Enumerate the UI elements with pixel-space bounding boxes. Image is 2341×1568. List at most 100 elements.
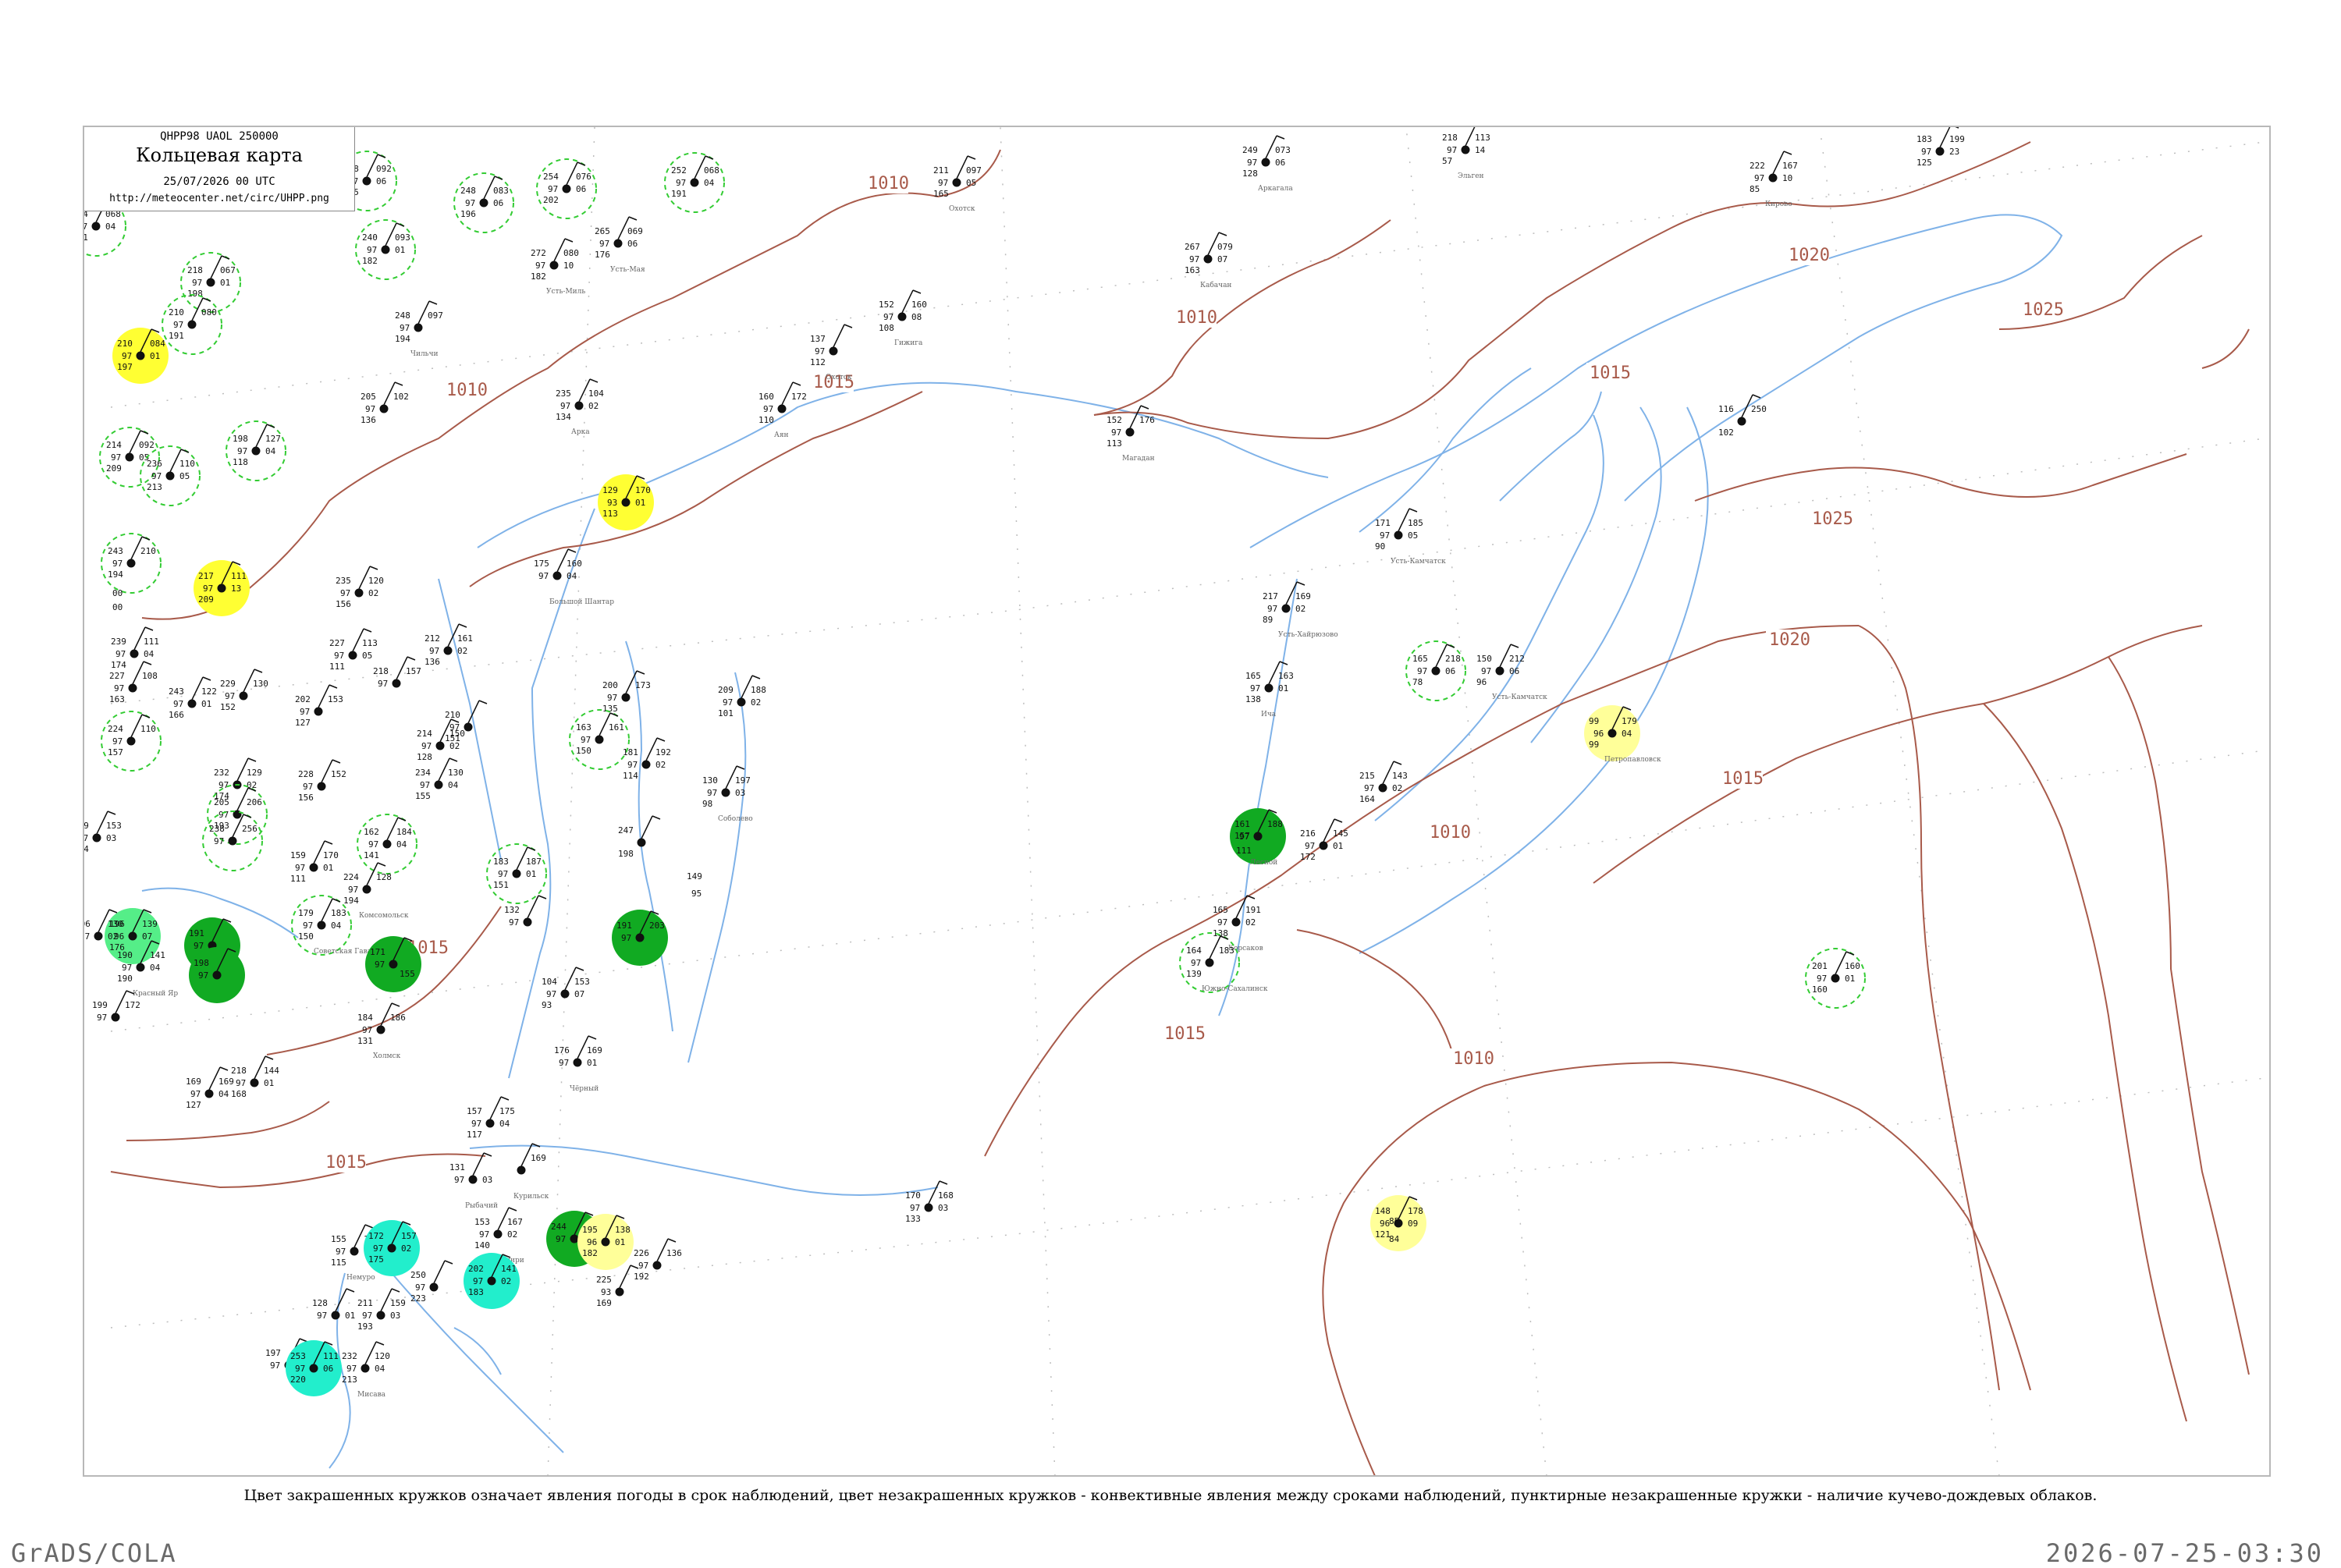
station-model[interactable]: 248 97196 083 06 [453, 172, 514, 233]
station-model[interactable]: 239 97174 111 04 [111, 626, 159, 670]
station-model[interactable]: 191 97 203 [612, 910, 668, 966]
station-model[interactable]: 234 97155 130 04 [415, 757, 464, 801]
station-model[interactable]: 2149720909205 [99, 427, 160, 488]
station-model[interactable]: 217 9789 169 02 Усть-Хайрюзово [1263, 581, 1338, 639]
station-model[interactable]: 254 97202 076 06 [536, 158, 597, 219]
station-model[interactable]: 20597193206 [207, 784, 268, 845]
station-model[interactable]: 216 97172 145 01 [1300, 818, 1348, 862]
station-model[interactable]: 200 97135 173 [602, 670, 651, 714]
station-model[interactable]: 243 97194 210 [101, 533, 162, 594]
station-model[interactable]: 218 9757 113 14 Эльген [1442, 127, 1490, 180]
station-model[interactable]: 224 97194 128 Комсомольск [343, 862, 409, 920]
station-model[interactable]: 19897 [189, 947, 245, 1003]
station-dewpoint: 165 [933, 189, 949, 199]
station-model[interactable]: 218 97168 144 01 [231, 1055, 279, 1099]
station-model[interactable]: 160 97110 172 Аян [758, 381, 807, 439]
station-model[interactable]: 227 97111 113 05 [329, 628, 378, 672]
station-model[interactable]: 243 97166 122 01 [169, 676, 217, 720]
station-name: Охотск [949, 205, 975, 213]
station-model[interactable]: 248 97194 097 Чильчи [395, 300, 443, 358]
station-model[interactable]: 170 97133 168 03 [905, 1180, 954, 1224]
station-model[interactable]: 165 97138 163 01 Ича [1245, 661, 1294, 718]
station-model[interactable]: 211 97165 097 05 Охотск [933, 155, 982, 213]
station-model[interactable]: 1799715018304Советская Гавань [291, 895, 380, 956]
station-model[interactable]: 152 97113 176 Магадан [1107, 405, 1155, 463]
station-model[interactable]: 169 97127 169 04 [186, 1066, 234, 1110]
station-model[interactable]: 217 97209 111 13 [194, 560, 250, 616]
station-model[interactable]: 184 97131 186 Холмск [357, 1002, 406, 1060]
station-model[interactable]: 224 97157 110 [101, 711, 162, 772]
station-model[interactable]: 212 97136 161 02 [425, 623, 473, 667]
station-model[interactable]: 218 97198 067 01 [180, 252, 241, 313]
station-model[interactable]: 99969917904Петропавловск [1584, 705, 1661, 764]
station-model[interactable]: 235 97156 120 02 [336, 566, 384, 609]
station-model[interactable]: 211 97193 159 03 [357, 1288, 406, 1332]
station-model[interactable]: 226 97192 136 [634, 1238, 682, 1282]
station-model[interactable]: 195 96182 138 01 [577, 1214, 634, 1270]
station-model[interactable]: 228 97156 152 [298, 759, 346, 803]
station-model[interactable]: 210 97151 [445, 700, 488, 743]
station-visibility: 97 [723, 697, 733, 708]
station-model[interactable]: 202 97183 141 02 [464, 1253, 520, 1309]
station-temp: 132 [504, 905, 520, 915]
station-model[interactable]: 171 9790 185 05 Усть-Камчатск [1375, 508, 1446, 566]
station-model[interactable]: 265 97176 069 06 Усть-Мая [595, 216, 645, 274]
station-model[interactable]: 249 97128 073 06 Аркагала [1242, 135, 1293, 193]
station-model[interactable]: 169 Курильск [513, 1143, 549, 1201]
station-model[interactable]: 218 97 157 [373, 656, 421, 689]
station-name: Арка [571, 428, 590, 436]
station-model[interactable]: 116 102 250 [1718, 394, 1767, 438]
cloud-cover-icon [381, 245, 390, 254]
station-name: Эльген [1458, 172, 1484, 180]
station-model[interactable]: 250 97223 [410, 1260, 453, 1304]
station-model[interactable]: 225 93169 [596, 1265, 639, 1308]
station-model[interactable]: 236 97213 110 05 [140, 445, 201, 506]
station-model[interactable]: 163 97150 161 [569, 709, 630, 770]
station-model[interactable]: 198 97118 127 04 [226, 420, 286, 481]
station-model[interactable]: 205 97136 102 [361, 381, 409, 425]
station-model[interactable]: 104 9793 153 07 [542, 967, 590, 1010]
station-model[interactable]: 128 97 01 [312, 1288, 355, 1321]
station-model[interactable]: 172 97175 157 02 [364, 1220, 420, 1276]
station-model[interactable]: 129 93113 170 01 [598, 474, 654, 530]
station-model[interactable]: 222 9785 167 10 Кирово [1750, 151, 1798, 208]
station-model[interactable]: 267 97163 079 07 Кабачан [1185, 232, 1233, 289]
station-model[interactable]: 183 97125 199 23 [1916, 127, 1965, 168]
station-model[interactable]: 238 97 256 [202, 811, 263, 871]
station-model[interactable]: 162 97141 184 04 [357, 814, 417, 874]
station-model[interactable]: 181 97114 192 02 [623, 737, 671, 781]
station-model[interactable]: 272 97182 080 10 Усть-Миль [531, 238, 585, 296]
station-dewpoint: 113 [602, 509, 618, 519]
station-model[interactable]: 13297 [504, 895, 547, 928]
station-model[interactable]: 157 97117 175 04 [467, 1096, 515, 1140]
station-temp: 240 [362, 232, 378, 243]
station-model[interactable]: 229 97152 130 [220, 669, 268, 712]
station-model[interactable]: 1659713819102Корсаков [1213, 895, 1263, 953]
station-model[interactable]: 165 9778 218 06 [1405, 640, 1466, 701]
map-url[interactable]: http://meteocenter.net/circ/UHPP.png [84, 193, 354, 204]
station-name: Усть-Мая [610, 266, 645, 274]
stray-value: 149 [687, 871, 702, 882]
station-model[interactable]: 215 97164 143 02 [1359, 761, 1408, 804]
station-model[interactable]: 240 97182 093 01 [355, 219, 416, 280]
station-model[interactable]: 164 97139 183 Южно-Сахалинск [1179, 932, 1268, 993]
station-model[interactable]: 219 97174 153 03 [84, 811, 122, 854]
station-model[interactable]: 2329717412902 [214, 757, 262, 801]
station-model[interactable]: 210 97197 084 01 [112, 328, 169, 384]
station-model[interactable]: 159 97111 170 01 [290, 840, 339, 884]
station-model[interactable]: 150 9796 212 06 Усть-Камчатск [1476, 644, 1547, 701]
station-model[interactable]: 253 97220 111 06 [286, 1340, 342, 1396]
station-model[interactable]: 183 97151 187 01 [486, 843, 547, 904]
station-model[interactable]: 2019716016001 [1805, 948, 1866, 1009]
station-visibility: 97 [938, 178, 948, 188]
station-model[interactable]: 210 97191 080 [162, 294, 222, 355]
station-model[interactable]: 131 97 03 Рыбачий [449, 1152, 498, 1210]
station-model[interactable]: 202 97127 153 [295, 684, 343, 728]
station-model[interactable]: 232 97213 120 04 Мисава [342, 1341, 390, 1399]
station-model[interactable]: 152 97108 160 08 Гижига [879, 289, 927, 347]
station-model[interactable]: 17197 [365, 936, 421, 992]
station-model[interactable]: 176 97 169 01 Чёрный [554, 1035, 602, 1093]
station-model[interactable]: 175 97 160 04 Большой Шантар [534, 548, 614, 606]
station-model[interactable]: 235 97134 104 02 Арка [556, 378, 604, 436]
station-model[interactable]: 252 97191 068 04 [664, 152, 725, 213]
